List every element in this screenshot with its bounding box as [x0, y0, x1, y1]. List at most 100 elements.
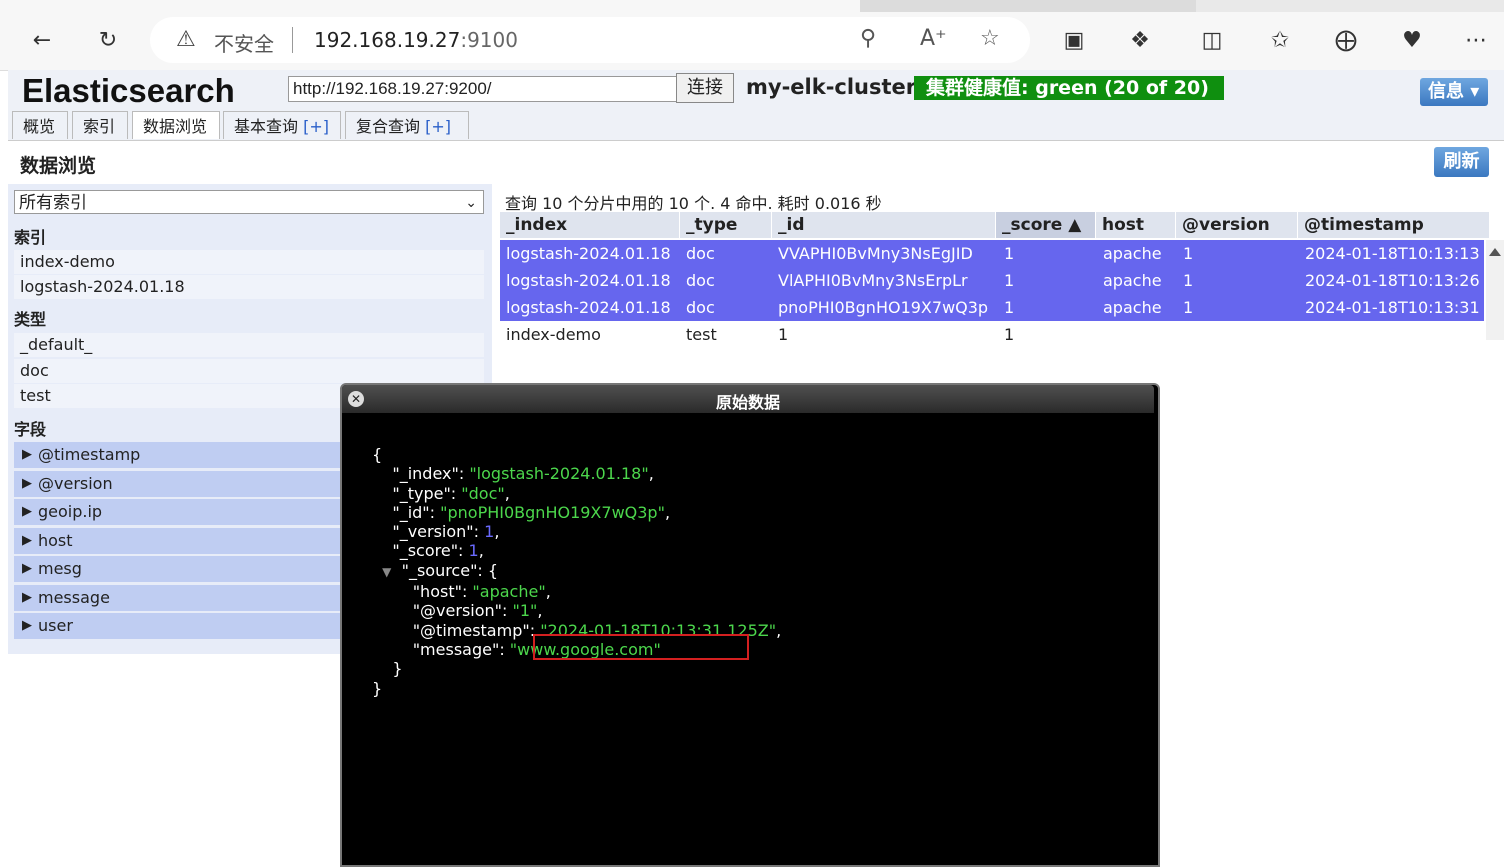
tab-compound-query[interactable]: 复合查询 [+] — [345, 111, 469, 139]
cell-index: logstash-2024.01.18 — [506, 298, 671, 317]
cell-type: doc — [686, 244, 715, 263]
column-header[interactable]: _index — [500, 212, 680, 238]
cell-version: 1 — [1183, 271, 1194, 290]
favorites-icon[interactable]: ✩ — [1262, 22, 1298, 58]
type-item[interactable]: doc — [14, 359, 484, 383]
message-highlight-box — [533, 634, 749, 660]
cell-version: 1 — [1183, 298, 1194, 317]
app-title: Elasticsearch — [22, 72, 235, 109]
address-separator — [292, 27, 293, 53]
reload-icon[interactable]: ↻ — [90, 22, 126, 58]
index-item[interactable]: logstash-2024.01.18 — [14, 275, 484, 299]
section-bar: 数据浏览 刷新 — [8, 140, 1504, 183]
connect-button[interactable]: 连接 — [676, 73, 734, 103]
dialog-title: 原始数据 — [715, 393, 780, 412]
column-header[interactable]: _type — [680, 212, 772, 238]
json-index-value: "logstash-2024.01.18" — [469, 464, 649, 484]
es-header: Elasticsearch http://192.168.19.27:9200/… — [8, 70, 1504, 140]
tracking-icon[interactable]: ▣ — [1056, 22, 1092, 58]
column-header[interactable]: host — [1096, 212, 1176, 238]
cell-score: 1 — [1004, 298, 1015, 317]
indices-heading: 索引 — [14, 228, 47, 247]
json-host-value: "apache" — [472, 582, 546, 602]
refresh-button[interactable]: 刷新 — [1434, 147, 1489, 177]
json-version-value: 1 — [484, 522, 495, 542]
read-aloud-icon[interactable]: A⁺ — [920, 26, 947, 51]
index-select[interactable]: 所有索引 ⌄ — [14, 190, 484, 214]
table-row[interactable]: logstash-2024.01.18 doc VVAPHI0BvMny3NsE… — [500, 240, 1484, 267]
more-menu-icon[interactable]: ⋯ — [1458, 22, 1494, 58]
cell-id: VVAPHI0BvMny3NsEgJID — [778, 244, 973, 263]
cell-type: test — [686, 325, 717, 344]
security-label[interactable]: 不安全 — [214, 28, 274, 57]
browser-tab-active[interactable] — [0, 0, 860, 12]
browser-tab-inactive[interactable] — [1196, 0, 1504, 12]
cell-host: apache — [1103, 271, 1162, 290]
expand-triangle-icon: ▶ — [22, 590, 32, 605]
cluster-name: my-elk-cluster — [746, 75, 917, 99]
expand-triangle-icon: ▶ — [22, 618, 32, 633]
table-row[interactable]: logstash-2024.01.18 doc pnoPHI0BgnHO19X7… — [500, 294, 1484, 321]
json-id-value: "pnoPHI0BgnHO19X7wQ3p" — [440, 502, 665, 522]
column-header[interactable]: @timestamp — [1298, 212, 1490, 238]
table-row[interactable]: logstash-2024.01.18 doc VlAPHI0BvMny3NsE… — [500, 267, 1484, 294]
cell-score: 1 — [1004, 271, 1015, 290]
cell-type: doc — [686, 271, 715, 290]
results-scrollbar[interactable] — [1486, 240, 1504, 340]
collections-icon[interactable]: ⨁ — [1328, 22, 1364, 58]
cell-host: apache — [1103, 298, 1162, 317]
json-at-version-value: "1" — [512, 601, 538, 621]
table-row[interactable]: index-demo test 1 1 — [500, 321, 1484, 348]
cell-index: logstash-2024.01.18 — [506, 271, 671, 290]
fields-heading: 字段 — [14, 420, 47, 439]
expand-triangle-icon: ▶ — [22, 447, 32, 462]
expand-triangle-icon: ▶ — [22, 504, 32, 519]
tab-overview[interactable]: 概览 — [12, 111, 68, 139]
index-item[interactable]: index-demo — [14, 250, 484, 274]
type-item[interactable]: _default_ — [14, 333, 484, 357]
column-header-sorted[interactable]: _score ▲ — [996, 212, 1096, 238]
column-header[interactable]: _id — [772, 212, 996, 238]
tab-indices[interactable]: 索引 — [72, 111, 128, 139]
info-menu-button[interactable]: 信息 ▾ — [1420, 78, 1488, 106]
connect-url-input[interactable]: http://192.168.19.27:9200/ — [288, 76, 682, 102]
extensions-icon[interactable]: ❖ — [1122, 22, 1158, 58]
address-bar[interactable]: ⚠ 不安全 192.168.19.27:9100 ⚲ A⁺ ☆ — [150, 17, 1030, 63]
dialog-titlebar[interactable]: ✕ 原始数据 — [342, 385, 1154, 413]
cell-version: 1 — [1183, 244, 1194, 263]
raw-data-dialog: ✕ 原始数据 { "_index": "logstash-2024.01.18"… — [340, 383, 1160, 867]
column-header[interactable]: @version — [1176, 212, 1298, 238]
chevron-down-icon: ⌄ — [465, 195, 477, 211]
browser-tab-strip — [0, 0, 1504, 12]
address-url[interactable]: 192.168.19.27:9100 — [314, 28, 518, 52]
split-screen-icon[interactable]: ◫ — [1194, 22, 1230, 58]
cluster-health-badge: 集群健康值: green (20 of 20) — [914, 76, 1224, 100]
back-icon[interactable]: ← — [24, 22, 60, 58]
expand-triangle-icon: ▶ — [22, 561, 32, 576]
browser-toolbar: ← ↻ ⚠ 不安全 192.168.19.27:9100 ⚲ A⁺ ☆ ▣ ❖ … — [0, 12, 1504, 71]
cell-index: logstash-2024.01.18 — [506, 244, 671, 263]
health-icon[interactable]: ♥ — [1394, 22, 1430, 58]
cell-host: apache — [1103, 244, 1162, 263]
tab-basic-query[interactable]: 基本查询 [+] — [223, 111, 341, 139]
cell-type: doc — [686, 298, 715, 317]
scroll-up-icon[interactable] — [1489, 248, 1501, 256]
json-type-value: "doc" — [461, 483, 505, 503]
cell-timestamp: 2024-01-18T10:13:13 — [1305, 244, 1480, 263]
expand-triangle-icon: ▶ — [22, 533, 32, 548]
query-summary: 查询 10 个分片中用的 10 个. 4 命中. 耗时 0.016 秒 — [505, 194, 882, 213]
cell-score: 1 — [1004, 244, 1015, 263]
cell-id: pnoPHI0BgnHO19X7wQ3p — [778, 298, 989, 317]
cell-index: index-demo — [506, 325, 601, 344]
json-score-value: 1 — [468, 541, 479, 561]
favorite-star-icon[interactable]: ☆ — [980, 26, 1000, 51]
tab-browser[interactable]: 数据浏览 — [132, 111, 220, 139]
cell-id: 1 — [778, 325, 789, 344]
types-heading: 类型 — [14, 310, 47, 329]
collapse-arrow-icon[interactable]: ▼ — [382, 565, 391, 579]
zoom-icon[interactable]: ⚲ — [860, 26, 876, 51]
cell-timestamp: 2024-01-18T10:13:31 — [1305, 298, 1480, 317]
cell-id: VlAPHI0BvMny3NsErpLr — [778, 271, 968, 290]
warning-icon[interactable]: ⚠ — [176, 27, 196, 52]
section-title: 数据浏览 — [20, 155, 97, 177]
